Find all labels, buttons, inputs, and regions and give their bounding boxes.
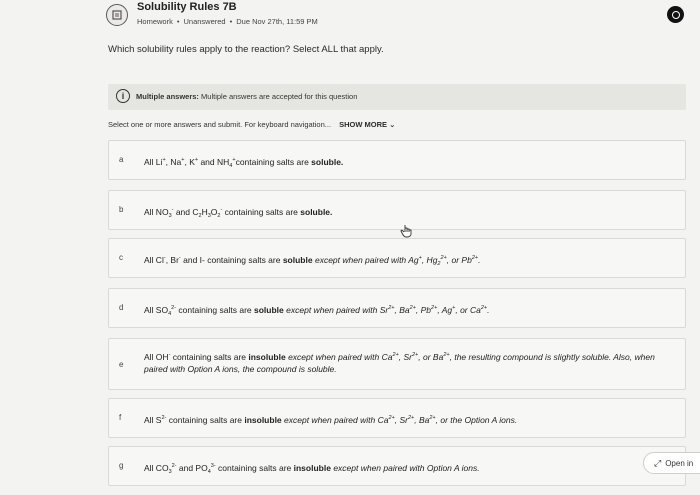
option-letter: a [119,155,124,164]
assignment-meta: Homework • Unanswered • Due Nov 27th, 11:59 … [137,17,318,26]
record-icon[interactable] [667,6,684,23]
option-letter: b [119,205,124,214]
option-text: All SO42- containing salts are soluble e… [144,305,490,317]
open-in-button[interactable]: ⤢ Open in [643,452,700,474]
answer-option-g[interactable]: g All CO32- and PO43- containing salts a… [108,446,686,486]
answer-option-e[interactable]: e All OH- containing salts are insoluble… [108,338,686,390]
instructions-text: Select one or more answers and submit. F… [108,120,332,129]
assignment-status: Unanswered [183,17,226,26]
answer-option-d[interactable]: d All SO42- containing salts are soluble… [108,288,686,328]
option-text: All Cl-, Br- and I- containing salts are… [144,255,481,267]
answer-option-f[interactable]: f All S2- containing salts are insoluble… [108,398,686,438]
instructions: Select one or more answers and submit. F… [108,120,395,129]
option-text: All NO3- and C2H3O2- containing salts ar… [144,207,333,219]
chevron-down-icon: ⌄ [389,120,396,129]
banner-text: Multiple answers are accepted for this q… [201,92,358,101]
option-letter: d [119,303,124,312]
option-text: All Li+, Na+, K+ and NH4+containing salt… [144,157,344,169]
option-letter: f [119,413,122,422]
info-icon: i [116,89,130,103]
assignment-icon [106,4,128,26]
option-letter: c [119,253,123,262]
option-letter: g [119,461,124,470]
hand-cursor-icon [400,225,412,238]
option-text: All CO32- and PO43- containing salts are… [144,463,480,475]
show-more-button[interactable]: SHOW MORE ⌄ [339,120,395,129]
option-text: All S2- containing salts are insoluble e… [144,415,518,425]
banner-label: Multiple answers: [136,92,199,101]
expand-icon: ⤢ [654,457,662,468]
answer-option-a[interactable]: a All Li+, Na+, K+ and NH4+containing sa… [108,140,686,180]
question-text: Which solubility rules apply to the reac… [108,44,384,55]
answer-option-b[interactable]: b All NO3- and C2H3O2- containing salts … [108,190,686,230]
assignment-title: Solubility Rules 7B [137,1,237,13]
option-text: All OH- containing salts are insoluble e… [144,352,655,374]
answer-option-c[interactable]: c All Cl-, Br- and I- containing salts a… [108,238,686,278]
option-letter: e [119,360,124,369]
assignment-type: Homework [137,17,173,26]
assignment-header: Solubility Rules 7B Homework • Unanswered •… [0,0,700,34]
multiple-answers-banner: i Multiple answers: Multiple answers are… [108,84,686,110]
assignment-due: Due Nov 27th, 11:59 PM [236,17,318,26]
